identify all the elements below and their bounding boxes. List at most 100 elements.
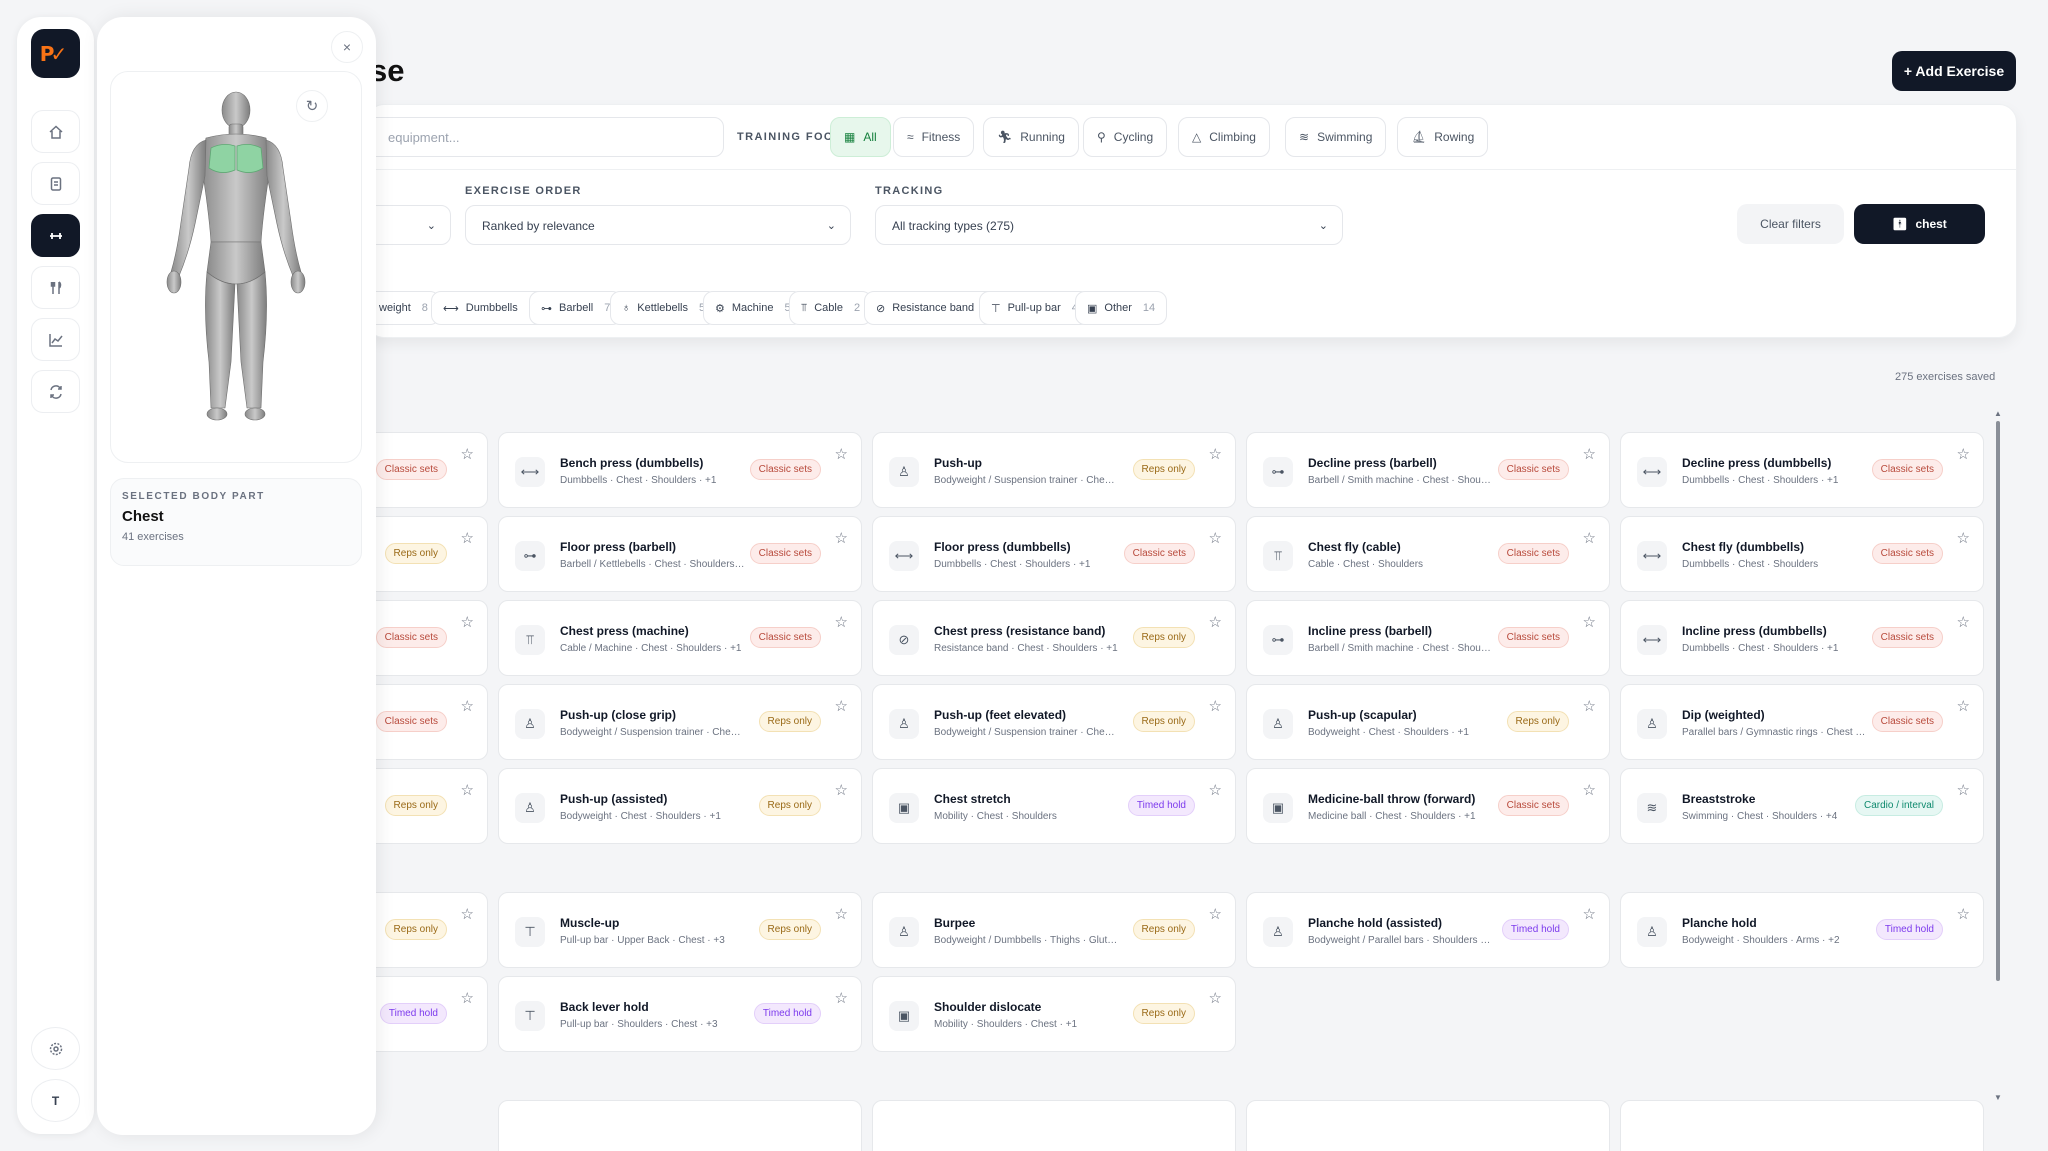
exercise-card-partial[interactable]: Classic sets ☆ (376, 600, 488, 676)
equip-chip-cable[interactable]: ⫪ Cable 2 (789, 291, 873, 325)
focus-chip-cycling[interactable]: ⚲ Cycling (1083, 117, 1168, 157)
star-icon[interactable]: ☆ (1957, 445, 1970, 463)
exercise-card[interactable]: ♙ Push-up (close grip) Bodyweight / Suspen… (498, 684, 862, 760)
scroll-down-arrow[interactable]: ▼ (1994, 1093, 2002, 1102)
star-icon[interactable]: ☆ (1957, 781, 1970, 799)
star-icon[interactable]: ☆ (835, 989, 848, 1007)
exercise-card-partial[interactable]: Reps only ☆ (376, 516, 488, 592)
exercise-card[interactable]: ⊶ Incline press (barbell) Barbell / Smith … (1246, 600, 1610, 676)
journal-icon[interactable] (31, 162, 80, 205)
exercise-card[interactable]: ⊤ Muscle-up Pull-up bar · Upper Back · Che… (498, 892, 862, 968)
close-button[interactable]: × (331, 31, 363, 63)
star-icon[interactable]: ☆ (835, 529, 848, 547)
scroll-thumb[interactable] (1996, 421, 2000, 981)
exercise-card[interactable]: ♙ Dip (weighted) Parallel bars / Gymnastic… (1620, 684, 1984, 760)
star-icon[interactable]: ☆ (1583, 445, 1596, 463)
exercise-card[interactable]: ⊶ Decline press (barbell) Barbell / Smith … (1246, 432, 1610, 508)
star-icon[interactable]: ☆ (835, 445, 848, 463)
focus-chip-rowing[interactable]: ⛵︎ Rowing (1397, 117, 1489, 157)
category-select[interactable]: ⌄ (376, 205, 451, 245)
scroll-up-arrow[interactable]: ▲ (1994, 409, 2002, 418)
body-model[interactable] (111, 72, 363, 464)
equip-chip-other[interactable]: ▣ Other 14 (1075, 291, 1168, 325)
tracking-select[interactable]: All tracking types (275) ⌄ (875, 205, 1343, 245)
star-icon[interactable]: ☆ (1209, 781, 1222, 799)
star-icon[interactable]: ☆ (1957, 529, 1970, 547)
exercise-card[interactable]: ⊶ Floor press (barbell) Barbell / Kettlebe… (498, 516, 862, 592)
app-logo[interactable]: P ✓ (31, 29, 80, 78)
exercise-card[interactable]: ♙ Push-up (scapular) Bodyweight · Chest · … (1246, 684, 1610, 760)
star-icon[interactable]: ☆ (835, 905, 848, 923)
focus-chip-fitness[interactable]: ≈ Fitness (893, 117, 975, 157)
equip-chip-machine[interactable]: ⚙ Machine 5 (703, 291, 803, 325)
body-part-filter-button[interactable]: 🚹︎ chest (1854, 204, 1985, 244)
exercise-card[interactable]: ⫪ Chest fly (cable) Cable · Chest · Should… (1246, 516, 1610, 592)
star-icon[interactable]: ☆ (461, 781, 474, 799)
star-icon[interactable]: ☆ (461, 529, 474, 547)
scrollbar[interactable]: ▲ ▼ (1994, 409, 2002, 1105)
star-icon[interactable]: ☆ (461, 445, 474, 463)
star-icon[interactable]: ☆ (461, 989, 474, 1007)
exercise-card-peek[interactable] (1246, 1100, 1610, 1151)
exercise-card[interactable]: ▣ Chest stretch Mobility · Chest · Shoulde… (872, 768, 1236, 844)
exercise-card-partial[interactable]: Classic sets ☆ (376, 432, 488, 508)
exercise-card[interactable]: ⟷ Incline press (dumbbells) Dumbbells · Ch… (1620, 600, 1984, 676)
exercise-card[interactable]: ⟷ Chest fly (dumbbells) Dumbbells · Chest … (1620, 516, 1984, 592)
exercise-card[interactable]: ⟷ Floor press (dumbbells) Dumbbells · Ches… (872, 516, 1236, 592)
exercise-card-peek[interactable] (1620, 1100, 1984, 1151)
star-icon[interactable]: ☆ (835, 697, 848, 715)
exercise-card[interactable]: ♙ Push-up Bodyweight / Suspension trainer … (872, 432, 1236, 508)
star-icon[interactable]: ☆ (1583, 905, 1596, 923)
equip-chip-pullup-bar[interactable]: ⊤Pull-up bar4 (979, 291, 1090, 325)
star-icon[interactable]: ☆ (461, 697, 474, 715)
chart-icon[interactable] (31, 318, 80, 361)
exercise-card[interactable]: ♙ Planche hold (assisted) Bodyweight / Par… (1246, 892, 1610, 968)
focus-chip-all[interactable]: ▦ All (830, 117, 891, 157)
exercise-card[interactable]: ♙ Planche hold Bodyweight · Shoulders · Ar… (1620, 892, 1984, 968)
exercise-order-select[interactable]: Ranked by relevance ⌄ (465, 205, 851, 245)
star-icon[interactable]: ☆ (1209, 613, 1222, 631)
star-icon[interactable]: ☆ (1209, 697, 1222, 715)
exercise-card-partial[interactable]: Reps only ☆ (376, 892, 488, 968)
star-icon[interactable]: ☆ (461, 905, 474, 923)
search-input[interactable]: equipment... (376, 117, 724, 157)
focus-chip-climbing[interactable]: △ Climbing (1178, 117, 1270, 157)
add-exercise-button[interactable]: + Add Exercise (1892, 51, 2016, 91)
exercise-card-partial[interactable]: Reps only ☆ (376, 768, 488, 844)
dumbbell-icon[interactable] (31, 214, 80, 257)
sync-icon[interactable] (31, 370, 80, 413)
star-icon[interactable]: ☆ (835, 781, 848, 799)
body-figure[interactable]: ↻ (110, 71, 362, 463)
star-icon[interactable]: ☆ (1583, 529, 1596, 547)
exercise-card[interactable]: ♙ Burpee Bodyweight / Dumbbells · Thighs ·… (872, 892, 1236, 968)
star-icon[interactable]: ☆ (1957, 697, 1970, 715)
exercise-card[interactable]: ♙ Push-up (feet elevated) Bodyweight / Sus… (872, 684, 1236, 760)
star-icon[interactable]: ☆ (1583, 697, 1596, 715)
star-icon[interactable]: ☆ (1209, 529, 1222, 547)
star-icon[interactable]: ☆ (1957, 613, 1970, 631)
exercise-card-partial[interactable]: Timed hold ☆ (376, 976, 488, 1052)
exercise-card-peek[interactable] (872, 1100, 1236, 1151)
exercise-card[interactable]: ⟷ Bench press (dumbbells) Dumbbells · Ches… (498, 432, 862, 508)
exercise-card-partial[interactable]: Classic sets ☆ (376, 684, 488, 760)
exercise-card[interactable]: ⊤ Back lever hold Pull-up bar · Shoulders … (498, 976, 862, 1052)
exercise-card[interactable]: ⫪ Chest press (machine) Cable / Machine · … (498, 600, 862, 676)
exercise-card[interactable]: ▣ Shoulder dislocate Mobility · Shoulders … (872, 976, 1236, 1052)
focus-chip-swimming[interactable]: ≋ Swimming (1285, 117, 1387, 157)
star-icon[interactable]: ☆ (1583, 613, 1596, 631)
exercise-card-peek[interactable] (498, 1100, 862, 1151)
equip-chip-barbell[interactable]: ⊶ Barbell 7 (529, 291, 623, 325)
star-icon[interactable]: ☆ (1209, 445, 1222, 463)
exercise-card[interactable]: ⟷ Decline press (dumbbells) Dumbbells · Ch… (1620, 432, 1984, 508)
avatar[interactable]: T (31, 1079, 80, 1122)
exercise-card[interactable]: ♙ Push-up (assisted) Bodyweight · Chest · … (498, 768, 862, 844)
home-icon[interactable] (31, 110, 80, 153)
focus-chip-running[interactable]: 🏃︎ Running (983, 117, 1079, 157)
exercise-card[interactable]: ⊘ Chest press (resistance band) Resistance… (872, 600, 1236, 676)
exercise-card[interactable]: ▣ Medicine-ball throw (forward) Medicine b… (1246, 768, 1610, 844)
equip-chip-kettlebells[interactable]: ♁Kettlebells5 (610, 291, 718, 325)
star-icon[interactable]: ☆ (461, 613, 474, 631)
star-icon[interactable]: ☆ (1583, 781, 1596, 799)
star-icon[interactable]: ☆ (1209, 905, 1222, 923)
star-icon[interactable]: ☆ (1957, 905, 1970, 923)
